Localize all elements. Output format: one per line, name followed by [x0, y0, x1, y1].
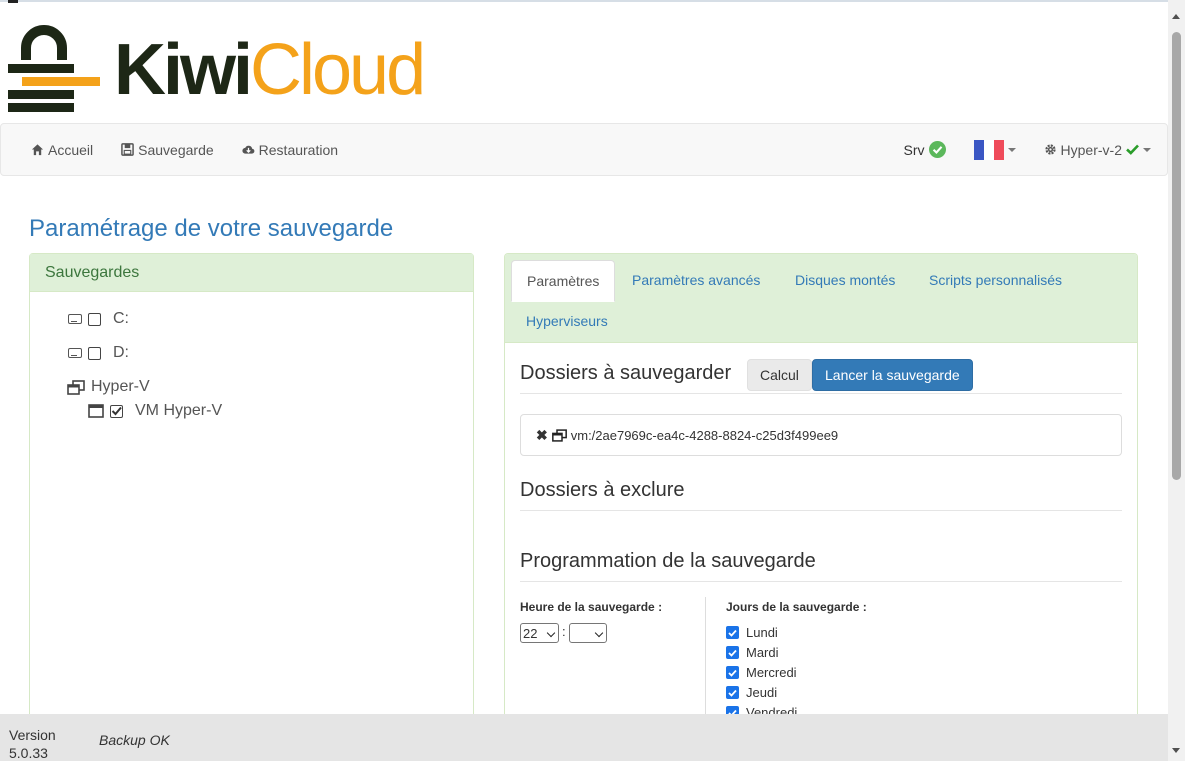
nav-accueil[interactable]: Accueil: [31, 142, 93, 158]
tree-checkbox-d[interactable]: [88, 346, 101, 360]
backups-panel: Sauvegardes C: D: Hyper-V VM Hyper-V: [29, 253, 474, 723]
check-circle-icon: [928, 141, 946, 158]
checkbox-lundi[interactable]: [726, 626, 739, 639]
day-mercredi[interactable]: Mercredi: [726, 665, 797, 680]
server-status[interactable]: Srv: [904, 141, 946, 158]
tree-checkbox-c[interactable]: [88, 312, 101, 326]
hard-drive-icon: [68, 314, 82, 324]
checkbox-mardi[interactable]: [726, 646, 739, 659]
nav-restauration-label: Restauration: [258, 141, 339, 158]
logo-text-cloud: Cloud: [250, 30, 426, 110]
nav-sauvegarde-label: Sauvegarde: [138, 141, 214, 158]
scroll-down-icon[interactable]: [1172, 748, 1180, 753]
caret-down-icon: [1143, 147, 1151, 152]
nav-accueil-label: Accueil: [48, 141, 94, 158]
version-label: Version: [9, 727, 56, 743]
chevron-down-icon: [546, 628, 556, 638]
host-dropdown[interactable]: Hyper-v-2: [1044, 142, 1151, 158]
launch-backup-button[interactable]: Lancer la sauvegarde: [812, 359, 973, 391]
settings-panel: Paramètres Paramètres avancés Disques mo…: [504, 253, 1138, 723]
flag-fr-icon: [973, 139, 1004, 160]
kiwicloud-logo: KiwiCloud: [8, 20, 468, 116]
host-label: Hyper-v-2: [1060, 141, 1122, 158]
check-icon: [1126, 144, 1139, 155]
tree-item-hyperv[interactable]: Hyper-V: [67, 378, 150, 396]
backup-status: Backup OK: [99, 732, 170, 748]
scrollbar-thumb[interactable]: [1172, 32, 1181, 480]
backups-panel-title: Sauvegardes: [30, 254, 473, 292]
minute-select[interactable]: [569, 623, 607, 643]
remove-icon[interactable]: ✖: [536, 427, 548, 444]
srv-label: Srv: [903, 141, 925, 158]
day-lundi[interactable]: Lundi: [726, 625, 778, 640]
tab-disques-montes[interactable]: Disques montés: [780, 260, 910, 300]
tree-label-c: C:: [113, 310, 129, 327]
gear-icon: [1044, 144, 1056, 155]
tab-parametres[interactable]: Paramètres: [511, 260, 616, 302]
tree-item-c[interactable]: C:: [68, 310, 129, 328]
clone-icon: [67, 379, 85, 395]
footer: Version 5.0.33 Backup OK: [0, 714, 1168, 761]
version-info: Version 5.0.33: [9, 726, 69, 761]
tabs-bar: Paramètres Paramètres avancés Disques mo…: [505, 254, 1137, 343]
folder-path-item: ✖ vm:/2ae7969c-ea4c-4288-8824-c25d3f499e…: [520, 414, 1122, 456]
days-label: Jours de la sauvegarde :: [726, 600, 867, 614]
tab-scripts-personnalises[interactable]: Scripts personnalisés: [914, 260, 1077, 300]
chevron-down-icon: [594, 628, 604, 638]
day-jeudi-label: Jeudi: [746, 685, 778, 700]
day-mardi[interactable]: Mardi: [726, 645, 779, 660]
padlock-logo-icon: [8, 25, 100, 112]
exclude-heading: Dossiers à exclure: [520, 479, 1122, 511]
check-icon: [728, 649, 737, 657]
nav-left: Accueil Sauvegarde Restauration: [31, 124, 338, 175]
caret-down-icon: [1007, 147, 1016, 152]
version-number: 5.0.33: [9, 745, 48, 761]
home-icon: [31, 144, 44, 156]
clone-icon: [551, 428, 567, 442]
cloud-download-icon: [242, 145, 255, 154]
check-icon: [728, 669, 737, 677]
tree-item-d[interactable]: D:: [68, 344, 129, 362]
save-icon: [121, 143, 134, 156]
language-dropdown[interactable]: [973, 139, 1016, 160]
navbar: Accueil Sauvegarde Restauration Srv Hype…: [0, 123, 1168, 176]
scroll-up-icon[interactable]: [1172, 14, 1180, 19]
check-icon: [728, 629, 737, 637]
logo-text-kiwi: Kiwi: [114, 30, 253, 110]
hard-drive-icon: [68, 348, 82, 358]
checkbox-jeudi[interactable]: [726, 686, 739, 699]
day-mercredi-label: Mercredi: [746, 665, 797, 680]
day-mardi-label: Mardi: [746, 645, 779, 660]
hour-select[interactable]: 22: [520, 623, 559, 643]
schedule-heading: Programmation de la sauvegarde: [520, 550, 1122, 582]
tree-label-hyperv: Hyper-V: [91, 378, 150, 395]
nav-restauration[interactable]: Restauration: [242, 142, 338, 158]
logo-text: KiwiCloud: [114, 30, 426, 110]
tab-hyperviseurs[interactable]: Hyperviseurs: [511, 301, 623, 341]
nav-right: Srv Hyper-v-2: [904, 124, 1151, 175]
check-icon: [111, 406, 122, 416]
tree-label-d: D:: [113, 344, 129, 361]
check-icon: [728, 689, 737, 697]
day-jeudi[interactable]: Jeudi: [726, 685, 777, 700]
hour-value: 22: [523, 625, 538, 641]
tab-parametres-avances[interactable]: Paramètres avancés: [617, 260, 775, 300]
schedule-divider: [705, 597, 706, 722]
time-separator: :: [562, 624, 566, 639]
tree-item-vm-hyperv[interactable]: VM Hyper-V: [88, 402, 222, 420]
page-scrollbar[interactable]: [1168, 0, 1185, 761]
calcul-button[interactable]: Calcul: [747, 359, 812, 391]
tree-checkbox-vm-hyperv[interactable]: [110, 404, 123, 418]
folder-path-text: vm:/2ae7969c-ea4c-4288-8824-c25d3f499ee9: [570, 427, 839, 443]
time-label: Heure de la sauvegarde :: [520, 600, 663, 614]
window-icon: [88, 404, 104, 418]
corner-mark: [8, 0, 18, 3]
top-border: [0, 0, 1168, 2]
tree-label-vm-hyperv: VM Hyper-V: [135, 402, 223, 419]
nav-sauvegarde[interactable]: Sauvegarde: [121, 142, 214, 158]
day-lundi-label: Lundi: [746, 625, 778, 640]
page-title: Paramétrage de votre sauvegarde: [29, 215, 394, 242]
checkbox-mercredi[interactable]: [726, 666, 739, 679]
